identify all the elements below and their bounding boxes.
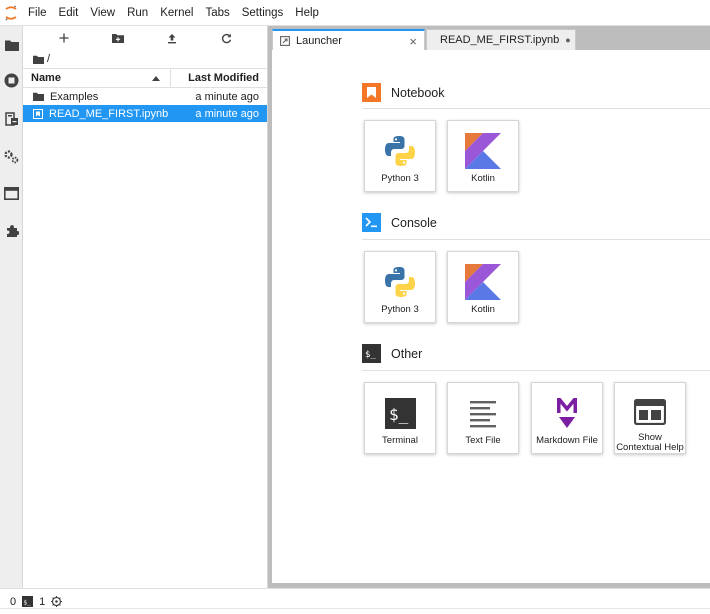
- kernel-count[interactable]: 0: [10, 596, 16, 608]
- terminal-icon: $_: [22, 596, 34, 607]
- menu-edit[interactable]: Edit: [53, 0, 85, 26]
- console-kotlin-card[interactable]: Kotlin: [447, 251, 519, 323]
- python-icon: [380, 131, 420, 171]
- status-bar-divider: [0, 608, 710, 609]
- file-list-header: Name Last Modified: [23, 68, 267, 88]
- extension-icon[interactable]: [4, 223, 19, 238]
- notebook-icon: [362, 83, 381, 102]
- card-label-line: Contextual Help: [616, 442, 684, 453]
- refresh-button[interactable]: [216, 28, 236, 48]
- upload-button[interactable]: [162, 28, 182, 48]
- notebook-kotlin-card[interactable]: Kotlin: [447, 120, 519, 192]
- folder-icon[interactable]: [33, 55, 44, 64]
- section-divider: [362, 108, 710, 109]
- text-file-icon: [463, 393, 503, 433]
- tab-bar: Launcher × READ_ME_FIRST.ipynb ●: [272, 29, 710, 51]
- main-dock-area: Launcher × READ_ME_FIRST.ipynb ● Noteboo…: [268, 26, 710, 588]
- plus-icon: [59, 33, 69, 43]
- gear-icon[interactable]: [51, 596, 63, 607]
- folder-icon[interactable]: [4, 37, 19, 52]
- property-inspector-icon[interactable]: [4, 149, 19, 164]
- tab-read-me-first[interactable]: READ_ME_FIRST.ipynb ●: [426, 29, 576, 50]
- jupyter-logo-icon: [0, 0, 22, 26]
- name-column-header[interactable]: Name: [23, 69, 171, 87]
- card-label: Python 3: [381, 173, 419, 184]
- card-label: Markdown File: [536, 435, 598, 446]
- new-folder-icon: [112, 34, 124, 43]
- menu-kernel[interactable]: Kernel: [154, 0, 199, 26]
- terminal-icon: $_: [362, 344, 381, 363]
- sort-caret-up-icon: [152, 75, 160, 81]
- file-modified: a minute ago: [195, 107, 259, 120]
- contextual-help-icon: [630, 393, 670, 430]
- section-title: Notebook: [391, 85, 445, 100]
- file-browser-toolbar: [23, 26, 267, 50]
- card-label: Kotlin: [471, 304, 495, 315]
- menu-run[interactable]: Run: [121, 0, 154, 26]
- name-column-label: Name: [31, 72, 61, 84]
- breadcrumb-path[interactable]: /: [47, 53, 50, 65]
- terminal-icon: $_: [380, 393, 420, 433]
- menu-bar: File Edit View Run Kernel Tabs Settings …: [0, 0, 710, 26]
- upload-icon: [168, 33, 176, 43]
- notebook-icon: [33, 108, 43, 119]
- other-section-header: $_ Other: [362, 344, 422, 363]
- menu-settings[interactable]: Settings: [236, 0, 290, 26]
- folder-icon: [33, 92, 44, 101]
- card-label: Text File: [465, 435, 501, 446]
- console-icon: [362, 213, 381, 232]
- terminal-card[interactable]: $_ Terminal: [364, 382, 436, 454]
- breadcrumb: /: [23, 50, 267, 68]
- menu-tabs[interactable]: Tabs: [199, 0, 235, 26]
- menu-file[interactable]: File: [22, 0, 53, 26]
- refresh-icon: [221, 33, 231, 43]
- commands-icon[interactable]: [4, 111, 19, 126]
- list-item[interactable]: READ_ME_FIRST.ipynb a minute ago: [23, 105, 267, 122]
- svg-text:$_: $_: [365, 350, 376, 360]
- section-title: Other: [391, 346, 423, 361]
- markdown-file-card[interactable]: Markdown File: [531, 382, 603, 454]
- console-section-header: Console: [362, 213, 437, 232]
- svg-text:$_: $_: [24, 600, 32, 607]
- svg-text:$_: $_: [389, 405, 409, 424]
- tab-label: Launcher: [296, 35, 342, 47]
- section-divider: [362, 370, 710, 371]
- close-icon[interactable]: ×: [409, 34, 417, 49]
- unsaved-dot-icon[interactable]: ●: [565, 35, 570, 45]
- markdown-icon: [547, 393, 587, 433]
- card-label: Show Contextual Help: [616, 433, 684, 453]
- card-label: Python 3: [381, 304, 419, 315]
- menu-help[interactable]: Help: [289, 0, 325, 26]
- file-browser: / Name Last Modified Examples a minute a…: [23, 26, 268, 588]
- file-name: READ_ME_FIRST.ipynb: [49, 107, 169, 120]
- terminal-count[interactable]: 1: [39, 596, 45, 608]
- file-name: Examples: [50, 90, 99, 103]
- launcher-icon: [280, 36, 290, 46]
- menu-view[interactable]: View: [84, 0, 121, 26]
- tab-label: READ_ME_FIRST.ipynb: [440, 34, 560, 46]
- new-launcher-button[interactable]: [54, 28, 74, 48]
- tabs-icon[interactable]: [4, 186, 19, 201]
- text-file-card[interactable]: Text File: [447, 382, 519, 454]
- card-label: Terminal: [382, 435, 418, 446]
- card-label: Kotlin: [471, 173, 495, 184]
- tab-launcher[interactable]: Launcher ×: [272, 29, 425, 51]
- kotlin-icon: [463, 131, 503, 171]
- contextual-help-card[interactable]: Show Contextual Help: [614, 382, 686, 454]
- section-title: Console: [391, 215, 437, 230]
- activity-bar: [0, 26, 23, 588]
- notebook-section-header: Notebook: [362, 83, 445, 102]
- status-bar: 0 $_ 1: [0, 588, 710, 614]
- section-divider: [362, 239, 710, 240]
- running-icon[interactable]: [4, 73, 19, 88]
- new-folder-button[interactable]: [108, 28, 128, 48]
- file-modified: a minute ago: [195, 90, 259, 103]
- launcher-panel: Notebook Python 3 Kotlin Console Python …: [272, 50, 710, 583]
- python-icon: [380, 262, 420, 302]
- notebook-python3-card[interactable]: Python 3: [364, 120, 436, 192]
- list-item[interactable]: Examples a minute ago: [23, 88, 267, 105]
- modified-column-header[interactable]: Last Modified: [171, 72, 267, 84]
- kotlin-icon: [463, 262, 503, 302]
- console-python3-card[interactable]: Python 3: [364, 251, 436, 323]
